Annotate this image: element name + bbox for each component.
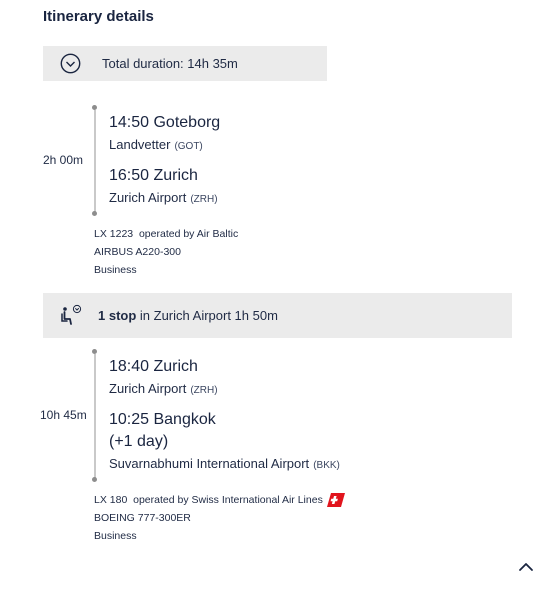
seated-passenger-clock-icon bbox=[61, 304, 82, 325]
layover-banner: 1 stop in Zurich Airport 1h 50m bbox=[43, 293, 512, 338]
chevron-up-icon[interactable] bbox=[518, 560, 534, 574]
total-duration-text: Total duration: 14h 35m bbox=[102, 56, 238, 71]
flight-operator-line: LX 1223 operated by Air Baltic bbox=[94, 225, 238, 243]
aircraft-type: AIRBUS A220-300 bbox=[94, 246, 181, 258]
arrival-airport: Zurich Airport (ZRH) bbox=[109, 190, 218, 205]
arrival-airport-code: (BKK) bbox=[313, 460, 340, 471]
departure-airport: Zurich Airport (ZRH) bbox=[109, 381, 218, 396]
flight-number: LX 1223 bbox=[94, 228, 134, 240]
departure-airport-code: (ZRH) bbox=[190, 385, 218, 396]
departure-airport: Landvetter (GOT) bbox=[109, 137, 203, 152]
departure-airport-name: Zurich Airport bbox=[109, 381, 187, 396]
timeline-end-dot bbox=[92, 211, 97, 216]
departure-time-place: 18:40 Zurich bbox=[109, 358, 198, 375]
operated-by: operated by Air Baltic bbox=[138, 228, 239, 240]
page-title: Itinerary details bbox=[43, 8, 154, 25]
departure-airport-name: Landvetter bbox=[109, 137, 171, 152]
cabin-class: Business bbox=[94, 264, 137, 276]
segment-duration: 2h 00m bbox=[43, 153, 84, 167]
flight-number: LX 180 bbox=[94, 494, 128, 506]
arrival-day-offset: (+1 day) bbox=[109, 433, 169, 450]
arrival-airport-name: Zurich Airport bbox=[109, 190, 187, 205]
departure-airport-code: (GOT) bbox=[174, 141, 203, 152]
flight-details: LX 1223 operated by Air Baltic AIRBUS A2… bbox=[94, 225, 238, 279]
flight-details: LX 180 operated by Swiss International A… bbox=[94, 491, 323, 545]
operated-by: operated by Swiss International Air Line… bbox=[133, 494, 323, 506]
layover-detail: in Zurich Airport 1h 50m bbox=[136, 308, 278, 323]
departure-time-place: 14:50 Goteborg bbox=[109, 114, 221, 131]
arrival-airport-code: (ZRH) bbox=[190, 194, 218, 205]
cabin-class: Business bbox=[94, 530, 137, 542]
timeline-line bbox=[93, 354, 96, 478]
layover-text: 1 stop in Zurich Airport 1h 50m bbox=[98, 308, 278, 323]
segment-duration: 10h 45m bbox=[40, 408, 87, 422]
arrival-airport-name: Suvarnabhumi International Airport bbox=[109, 456, 310, 471]
arrival-airport: Suvarnabhumi International Airport (BKK) bbox=[109, 456, 340, 471]
swiss-logo bbox=[327, 493, 345, 507]
arrival-time-place: 10:25 Bangkok bbox=[109, 411, 216, 428]
timeline-end-dot bbox=[92, 477, 97, 482]
clock-icon bbox=[60, 53, 81, 74]
timeline-line bbox=[93, 110, 96, 212]
total-duration-banner: Total duration: 14h 35m bbox=[43, 46, 327, 81]
stop-count: 1 stop bbox=[98, 308, 137, 323]
arrival-time-place: 16:50 Zurich bbox=[109, 167, 198, 184]
aircraft-type: BOEING 777-300ER bbox=[94, 512, 191, 524]
flight-operator-line: LX 180 operated by Swiss International A… bbox=[94, 491, 323, 509]
